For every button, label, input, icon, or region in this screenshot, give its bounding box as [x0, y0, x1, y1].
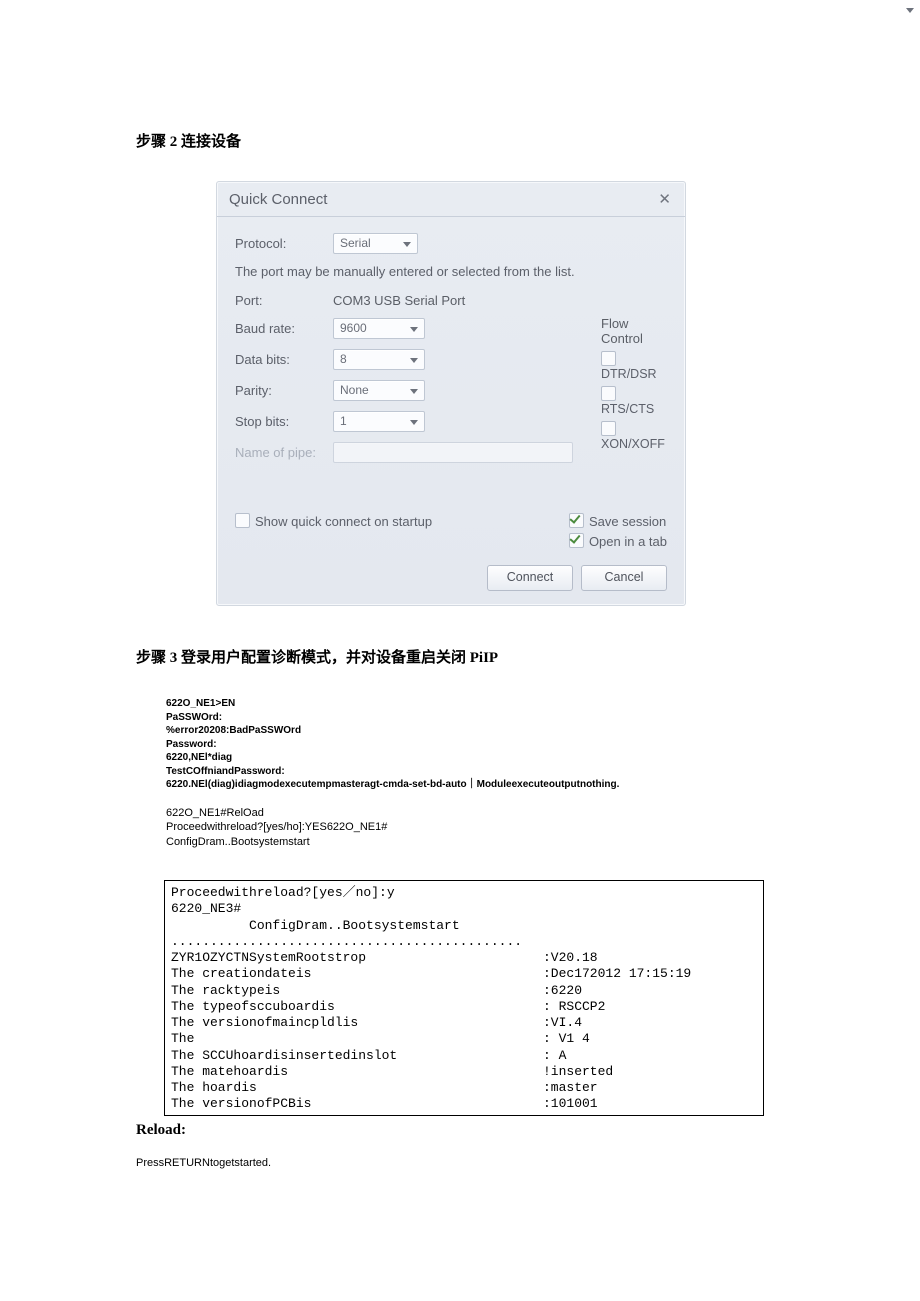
baud-dropdown[interactable]: 9600 — [333, 318, 425, 339]
show-startup-checkbox[interactable] — [235, 513, 250, 528]
baud-label: Baud rate: — [235, 321, 333, 336]
databits-dropdown[interactable]: 8 — [333, 349, 425, 370]
open-tab-checkbox[interactable] — [569, 533, 584, 548]
chevron-down-icon — [410, 327, 418, 332]
rts-label: RTS/CTS — [601, 402, 654, 416]
connect-button[interactable]: Connect — [487, 565, 573, 591]
port-value: COM3 USB Serial Port — [333, 293, 465, 308]
save-session-label: Save session — [589, 514, 666, 529]
stopbits-label: Stop bits: — [235, 414, 333, 429]
stopbits-value: 1 — [340, 411, 347, 432]
dialog-title: Quick Connect — [229, 191, 654, 208]
pipe-input[interactable] — [333, 442, 573, 463]
terminal-box: Proceedwithreload?[yes／no]:y6220_NE3# Co… — [164, 880, 764, 1116]
parity-dropdown[interactable]: None — [333, 380, 425, 401]
parity-value: None — [340, 380, 369, 401]
save-session-checkbox[interactable] — [569, 513, 584, 528]
baud-value: 9600 — [340, 318, 367, 339]
terminal-block-2: 622O_NE1#RelOad Proceedwithreload?[yes/h… — [166, 806, 784, 851]
flow-control-title: Flow Control — [601, 316, 667, 346]
dtr-checkbox[interactable] — [601, 351, 616, 366]
show-startup-label: Show quick connect on startup — [255, 514, 432, 529]
protocol-label: Protocol: — [235, 236, 333, 251]
step-3-heading: 步骤 3 登录用户配置诊断模式，并对设备重启关闭 PiIP — [136, 646, 784, 667]
xon-label: XON/XOFF — [601, 437, 665, 451]
databits-label: Data bits: — [235, 352, 333, 367]
chevron-down-icon — [410, 389, 418, 394]
port-label: Port: — [235, 293, 333, 308]
port-dropdown[interactable]: COM3 USB Serial Port — [333, 293, 627, 308]
reload-label: Reload: — [136, 1122, 784, 1139]
cancel-button[interactable]: Cancel — [581, 565, 667, 591]
parity-label: Parity: — [235, 383, 333, 398]
rts-checkbox[interactable] — [601, 386, 616, 401]
terminal-block-1: 622O_NE1>ENPaSSWOrd:%error20208:BadPaSSW… — [166, 697, 784, 792]
protocol-value: Serial — [340, 233, 371, 254]
chevron-down-icon — [403, 242, 411, 247]
chevron-down-icon — [410, 358, 418, 363]
open-tab-label: Open in a tab — [589, 534, 667, 549]
dtr-label: DTR/DSR — [601, 367, 657, 381]
databits-value: 8 — [340, 349, 347, 370]
stopbits-dropdown[interactable]: 1 — [333, 411, 425, 432]
pipe-label: Name of pipe: — [235, 445, 333, 460]
xon-checkbox[interactable] — [601, 421, 616, 436]
port-hint: The port may be manually entered or sele… — [235, 264, 667, 279]
close-icon[interactable]: ✕ — [654, 190, 675, 208]
protocol-dropdown[interactable]: Serial — [333, 233, 418, 254]
press-return-line: PressRETURNtogetstarted. — [136, 1157, 784, 1169]
chevron-down-icon — [906, 8, 914, 13]
step-2-heading: 步骤 2 连接设备 — [136, 130, 784, 151]
chevron-down-icon — [410, 420, 418, 425]
quick-connect-dialog: Quick Connect ✕ Protocol: Serial The por… — [216, 181, 686, 606]
